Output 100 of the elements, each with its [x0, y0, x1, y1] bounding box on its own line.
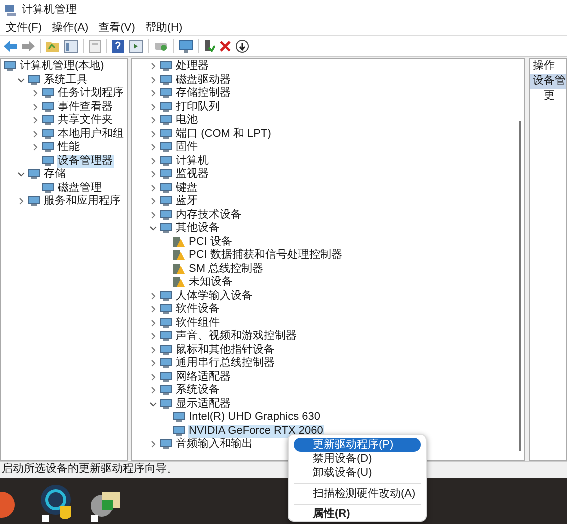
download-icon[interactable] [236, 40, 249, 52]
device-icon [160, 223, 172, 234]
tree-item[interactable]: 监视器 [175, 168, 210, 182]
tree-item[interactable]: 性能 [57, 141, 81, 154]
tree-item[interactable]: 存储 [43, 168, 67, 182]
tree-item[interactable]: PCI 设备 [188, 236, 234, 249]
chevron-right-icon[interactable] [150, 387, 158, 394]
chevron-right-icon[interactable] [32, 90, 39, 98]
action-item[interactable]: 设备管 [530, 74, 566, 89]
chevron-right-icon[interactable] [150, 441, 158, 448]
menu-item[interactable]: 操作(A) [52, 20, 89, 34]
console-tree-icon[interactable] [64, 40, 78, 52]
chevron-right-icon[interactable] [150, 333, 158, 340]
tree-item[interactable]: 显示适配器 [175, 398, 232, 411]
tree-item[interactable]: 通用串行总线控制器 [175, 357, 276, 370]
chevron-right-icon[interactable] [32, 117, 39, 124]
tree-item[interactable]: 任务计划程序 [57, 87, 125, 100]
menu-item[interactable]: 更新驱动程序(P) [294, 438, 421, 452]
tree-item[interactable]: 系统设备 [175, 384, 222, 398]
tree-item[interactable]: 内存技术设备 [175, 208, 244, 222]
device-icon [160, 344, 172, 356]
tree-item[interactable]: 系统工具 [43, 74, 89, 87]
chevron-down-icon[interactable] [18, 76, 25, 84]
close-icon[interactable] [220, 40, 231, 52]
tree-item[interactable]: 键盘 [175, 182, 200, 195]
tree-item[interactable]: 音频输入和输出 [175, 438, 254, 452]
folder-icon[interactable] [46, 40, 59, 52]
chevron-down-icon[interactable] [150, 400, 158, 408]
tree-item[interactable]: PCI 数据捕获和信号处理控制器 [188, 249, 344, 262]
chevron-right-icon[interactable] [150, 130, 158, 138]
chevron-right-icon[interactable] [150, 144, 158, 152]
chevron-down-icon[interactable] [18, 171, 25, 178]
tree-item[interactable]: 磁盘管理 [57, 182, 103, 195]
chevron-right-icon[interactable] [32, 130, 39, 138]
chevron-right-icon[interactable] [150, 320, 158, 327]
scrollbar[interactable] [519, 121, 521, 451]
chevron-right-icon[interactable] [150, 90, 158, 98]
chevron-right-icon[interactable] [150, 158, 158, 165]
chevron-right-icon[interactable] [150, 104, 158, 111]
desktop-shortcut-icon[interactable] [40, 484, 72, 522]
chevron-right-icon[interactable] [150, 374, 158, 381]
tree-item[interactable]: 本地用户和组 [57, 128, 125, 141]
menu-item[interactable]: 扫描检测硬件改动(A) [294, 486, 421, 500]
chevron-right-icon[interactable] [150, 346, 158, 354]
tree-item[interactable]: 存储控制器 [175, 87, 232, 100]
window-title: 计算机管理 [22, 2, 77, 18]
tree-item[interactable]: 网络适配器 [175, 370, 232, 384]
chevron-right-icon[interactable] [150, 117, 158, 124]
help-icon[interactable] [112, 40, 124, 52]
tree-item[interactable]: 打印队列 [175, 100, 222, 114]
tree-item[interactable]: SM 总线控制器 [188, 262, 265, 276]
chevron-right-icon[interactable] [150, 63, 158, 70]
tree-item[interactable]: 计算机管理(本地) [19, 60, 106, 74]
device-icon [160, 385, 172, 396]
tree-item[interactable]: 软件设备 [175, 303, 222, 316]
tree-item[interactable]: 处理器 [175, 60, 210, 74]
monitor-icon[interactable] [179, 40, 193, 52]
tree-item[interactable]: 声音、视频和游戏控制器 [175, 330, 298, 344]
tree-item[interactable]: 共享文件夹 [57, 114, 114, 128]
tree-item[interactable]: 人体学输入设备 [175, 290, 254, 303]
chevron-right-icon[interactable] [150, 360, 158, 368]
tree-item[interactable]: 端口 (COM 和 LPT) [175, 128, 272, 141]
tree-item[interactable]: NVIDIA GeForce RTX 2060 [188, 424, 324, 438]
back-icon[interactable] [4, 40, 17, 52]
properties-icon[interactable] [89, 40, 101, 52]
tree-item[interactable]: 服务和应用程序 [43, 195, 122, 208]
tree-item[interactable]: 事件查看器 [57, 100, 114, 114]
tree-item[interactable]: 磁盘驱动器 [175, 74, 232, 87]
tree-item[interactable]: 设备管理器 [57, 154, 114, 168]
chevron-right-icon[interactable] [150, 171, 158, 178]
device-icon [160, 88, 172, 100]
tree-item[interactable]: 蓝牙 [175, 195, 200, 208]
chevron-down-icon[interactable] [150, 225, 158, 232]
tree-item[interactable]: Intel(R) UHD Graphics 630 [188, 411, 322, 424]
chevron-right-icon[interactable] [18, 198, 25, 206]
device-icon [160, 74, 172, 86]
tree-item[interactable]: 其他设备 [175, 222, 222, 236]
chevron-right-icon[interactable] [150, 292, 158, 300]
panel-icon[interactable] [129, 40, 143, 52]
tree-item[interactable]: 未知设备 [188, 276, 234, 290]
chevron-right-icon[interactable] [150, 198, 158, 206]
tree-item[interactable]: 鼠标和其他指针设备 [175, 344, 276, 357]
menu-item[interactable]: 属性(R) [294, 507, 421, 521]
menu-item[interactable]: 帮助(H) [145, 20, 183, 34]
device-icon [160, 210, 172, 221]
chevron-right-icon[interactable] [150, 212, 158, 219]
device-icon [173, 426, 186, 437]
tree-item[interactable]: 固件 [175, 141, 200, 154]
menu-item[interactable]: 文件(F) [6, 20, 42, 34]
chevron-right-icon[interactable] [150, 184, 158, 192]
device-enable-icon[interactable] [204, 40, 215, 52]
menu-item[interactable]: 查看(V) [98, 20, 136, 34]
tree-item[interactable]: 软件组件 [175, 316, 222, 330]
chevron-right-icon[interactable] [150, 76, 158, 84]
chevron-right-icon[interactable] [32, 104, 39, 111]
chevron-right-icon[interactable] [150, 306, 158, 314]
forward-icon[interactable] [22, 40, 35, 52]
chevron-right-icon[interactable] [32, 144, 39, 152]
tree-item[interactable]: 计算机 [175, 154, 210, 168]
tree-item[interactable]: 电池 [175, 114, 200, 128]
